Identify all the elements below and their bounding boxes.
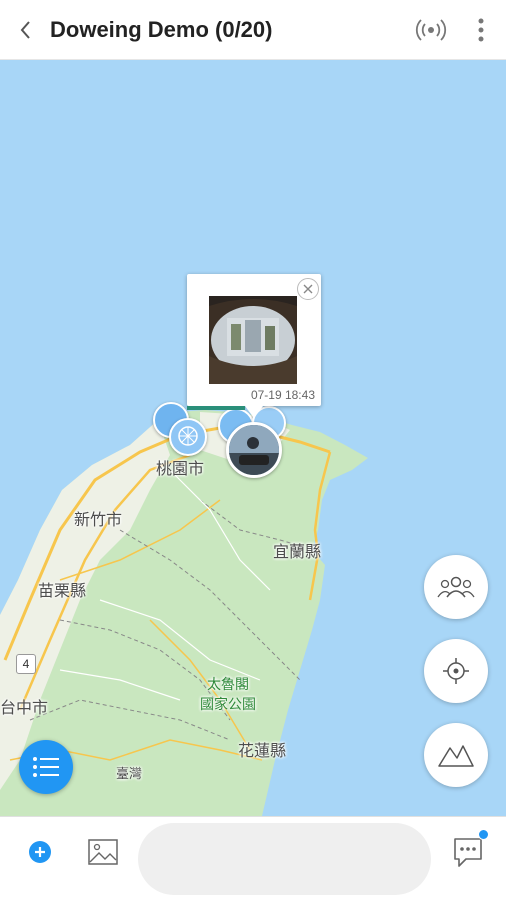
image-icon	[88, 839, 118, 865]
panorama-photo	[209, 296, 297, 384]
add-button[interactable]	[29, 841, 51, 863]
app-header: Doweing Demo (0/20)	[0, 0, 506, 60]
list-icon	[33, 757, 59, 777]
message-bar	[0, 816, 506, 900]
locate-button[interactable]	[424, 639, 488, 703]
terrain-button[interactable]	[424, 723, 488, 787]
location-target-icon	[443, 658, 469, 684]
label-taichung: 台中市	[0, 698, 49, 717]
user-photo	[229, 425, 279, 475]
label-miaoli: 苗栗縣	[38, 581, 87, 600]
group-icon	[437, 576, 475, 598]
label-yilan: 宜蘭縣	[273, 542, 322, 561]
image-button[interactable]	[86, 835, 120, 869]
label-hsinchu: 新竹市	[74, 510, 123, 529]
label-taroko-park: 太魯閣 國家公園	[200, 675, 256, 715]
popup-photo[interactable]	[209, 296, 297, 384]
mountain-icon	[438, 745, 474, 767]
map-marker[interactable]	[169, 418, 207, 456]
broadcast-button[interactable]	[406, 0, 456, 60]
close-icon	[303, 284, 313, 294]
map-view[interactable]: 桃園市 新竹市 宜蘭縣 苗栗縣 台中市 花蓮縣 臺灣 太魯閣 國家公園 4 07…	[0, 60, 506, 816]
broadcast-icon	[415, 18, 447, 41]
route-shield: 4	[16, 654, 36, 674]
popup-progress	[187, 406, 245, 410]
map-marker-selected[interactable]	[226, 422, 282, 478]
label-taiwan: 臺灣	[116, 767, 143, 782]
page-title: Doweing Demo (0/20)	[50, 16, 273, 42]
more-icon	[478, 18, 484, 41]
back-button[interactable]	[0, 0, 50, 60]
add-icon	[35, 847, 45, 857]
message-input[interactable]	[138, 823, 431, 895]
group-button[interactable]	[424, 555, 488, 619]
popup-timestamp: 07-19 18:43	[250, 388, 315, 402]
list-button[interactable]	[19, 740, 73, 794]
park-name-line1: 太魯閣	[207, 677, 249, 693]
ferris-wheel-icon	[178, 426, 198, 446]
photo-popup[interactable]: 07-19 18:43	[187, 274, 321, 418]
label-hualien: 花蓮縣	[238, 741, 287, 760]
back-icon	[20, 20, 30, 39]
popup-close-button[interactable]	[297, 278, 319, 300]
popup-pointer	[245, 406, 263, 418]
notification-dot	[478, 829, 489, 840]
label-taoyuan: 桃園市	[156, 459, 205, 478]
more-options-button[interactable]	[456, 0, 506, 60]
route-number: 4	[22, 657, 30, 671]
park-name-line2: 國家公園	[200, 697, 256, 713]
